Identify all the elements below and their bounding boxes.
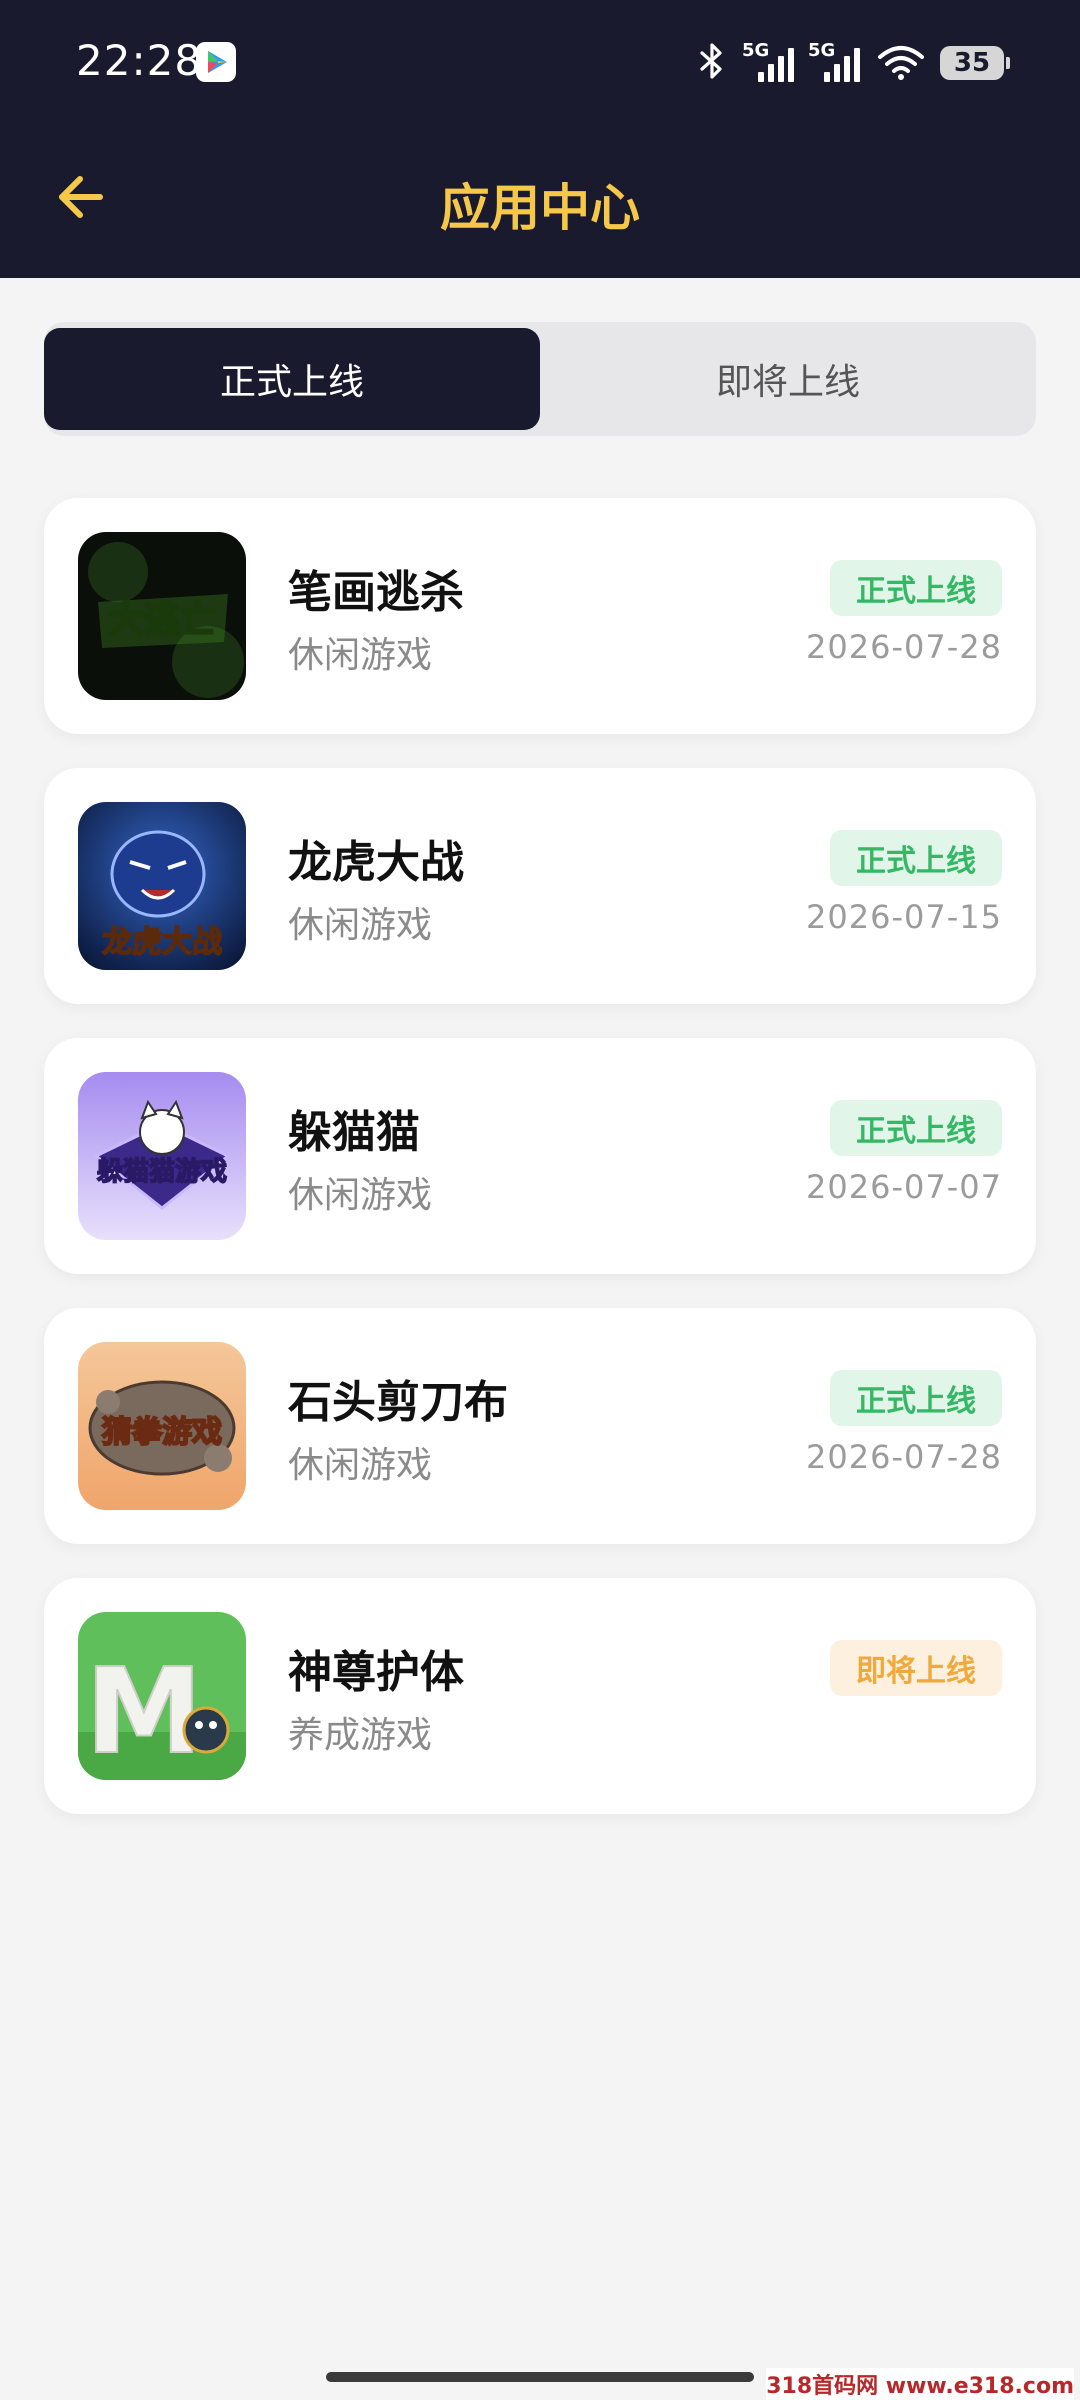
app-card[interactable]: 猜拳游戏 石头剪刀布 休闲游戏 正式上线 2026-07-28 <box>44 1308 1036 1544</box>
app-card[interactable]: 龙虎大战 龙虎大战 休闲游戏 正式上线 2026-07-15 <box>44 768 1036 1004</box>
app-category: 休闲游戏 <box>288 905 433 946</box>
app-category: 休闲游戏 <box>288 635 433 676</box>
tab-online[interactable]: 正式上线 <box>44 328 540 430</box>
release-date: 2026-07-28 <box>806 628 1002 666</box>
svg-text:M: M <box>85 1642 202 1780</box>
app-header: 22:28 5G 5G 35 应用中心 <box>0 0 1080 278</box>
status-badge: 正式上线 <box>830 1100 1002 1156</box>
home-indicator[interactable] <box>326 2372 754 2382</box>
play-store-icon <box>196 42 236 82</box>
wifi-icon <box>876 41 926 85</box>
svg-text:猜拳游戏: 猜拳游戏 <box>102 1415 222 1450</box>
app-name: 笔画逃杀 <box>288 567 464 618</box>
status-bar: 22:28 5G 5G 35 <box>0 0 1080 125</box>
release-date: 2026-07-07 <box>806 1168 1002 1206</box>
svg-text:大逃亡: 大逃亡 <box>108 600 216 641</box>
app-name: 躲猫猫 <box>288 1107 420 1158</box>
page-title: 应用中心 <box>440 179 640 237</box>
app-icon-bihua: 大逃亡 <box>78 532 246 700</box>
app-name: 龙虎大战 <box>288 837 464 888</box>
watermark: 318首码网 www.e318.com <box>766 2368 1074 2400</box>
app-card[interactable]: 躲猫猫游戏 躲猫猫 休闲游戏 正式上线 2026-07-07 <box>44 1038 1036 1274</box>
tab-upcoming[interactable]: 即将上线 <box>540 322 1036 436</box>
app-icon-duomaomao: 躲猫猫游戏 <box>78 1072 246 1240</box>
status-badge: 正式上线 <box>830 1370 1002 1426</box>
status-badge: 正式上线 <box>830 830 1002 886</box>
app-category: 养成游戏 <box>288 1715 433 1756</box>
app-icon-longhu: 龙虎大战 <box>78 802 246 970</box>
status-time: 22:28 <box>76 36 203 85</box>
tab-bar: 正式上线 即将上线 <box>44 322 1036 436</box>
app-name: 神尊护体 <box>288 1647 464 1698</box>
app-icon-shitou: 猜拳游戏 <box>78 1342 246 1510</box>
svg-text:龙虎大战: 龙虎大战 <box>102 925 222 960</box>
app-icon-shenzun: M <box>78 1612 246 1780</box>
app-name: 石头剪刀布 <box>288 1377 508 1428</box>
app-card[interactable]: 大逃亡 笔画逃杀 休闲游戏 正式上线 2026-07-28 <box>44 498 1036 734</box>
status-badge: 即将上线 <box>830 1640 1002 1696</box>
svg-text:躲猫猫游戏: 躲猫猫游戏 <box>97 1157 227 1187</box>
app-category: 休闲游戏 <box>288 1175 433 1216</box>
status-icons: 5G 5G 35 <box>694 38 1010 88</box>
release-date: 2026-07-28 <box>806 1438 1002 1476</box>
app-category: 休闲游戏 <box>288 1445 433 1486</box>
battery-icon: 35 <box>940 46 1010 80</box>
signal-icon-1: 5G <box>742 40 796 82</box>
app-card[interactable]: M 神尊护体 养成游戏 即将上线 <box>44 1578 1036 1814</box>
status-badge: 正式上线 <box>830 560 1002 616</box>
release-date: 2026-07-15 <box>806 898 1002 936</box>
signal-icon-2: 5G <box>808 40 862 82</box>
bluetooth-icon <box>694 41 730 85</box>
app-list: 大逃亡 笔画逃杀 休闲游戏 正式上线 2026-07-28 龙虎大战 龙虎大战 … <box>44 498 1036 1848</box>
